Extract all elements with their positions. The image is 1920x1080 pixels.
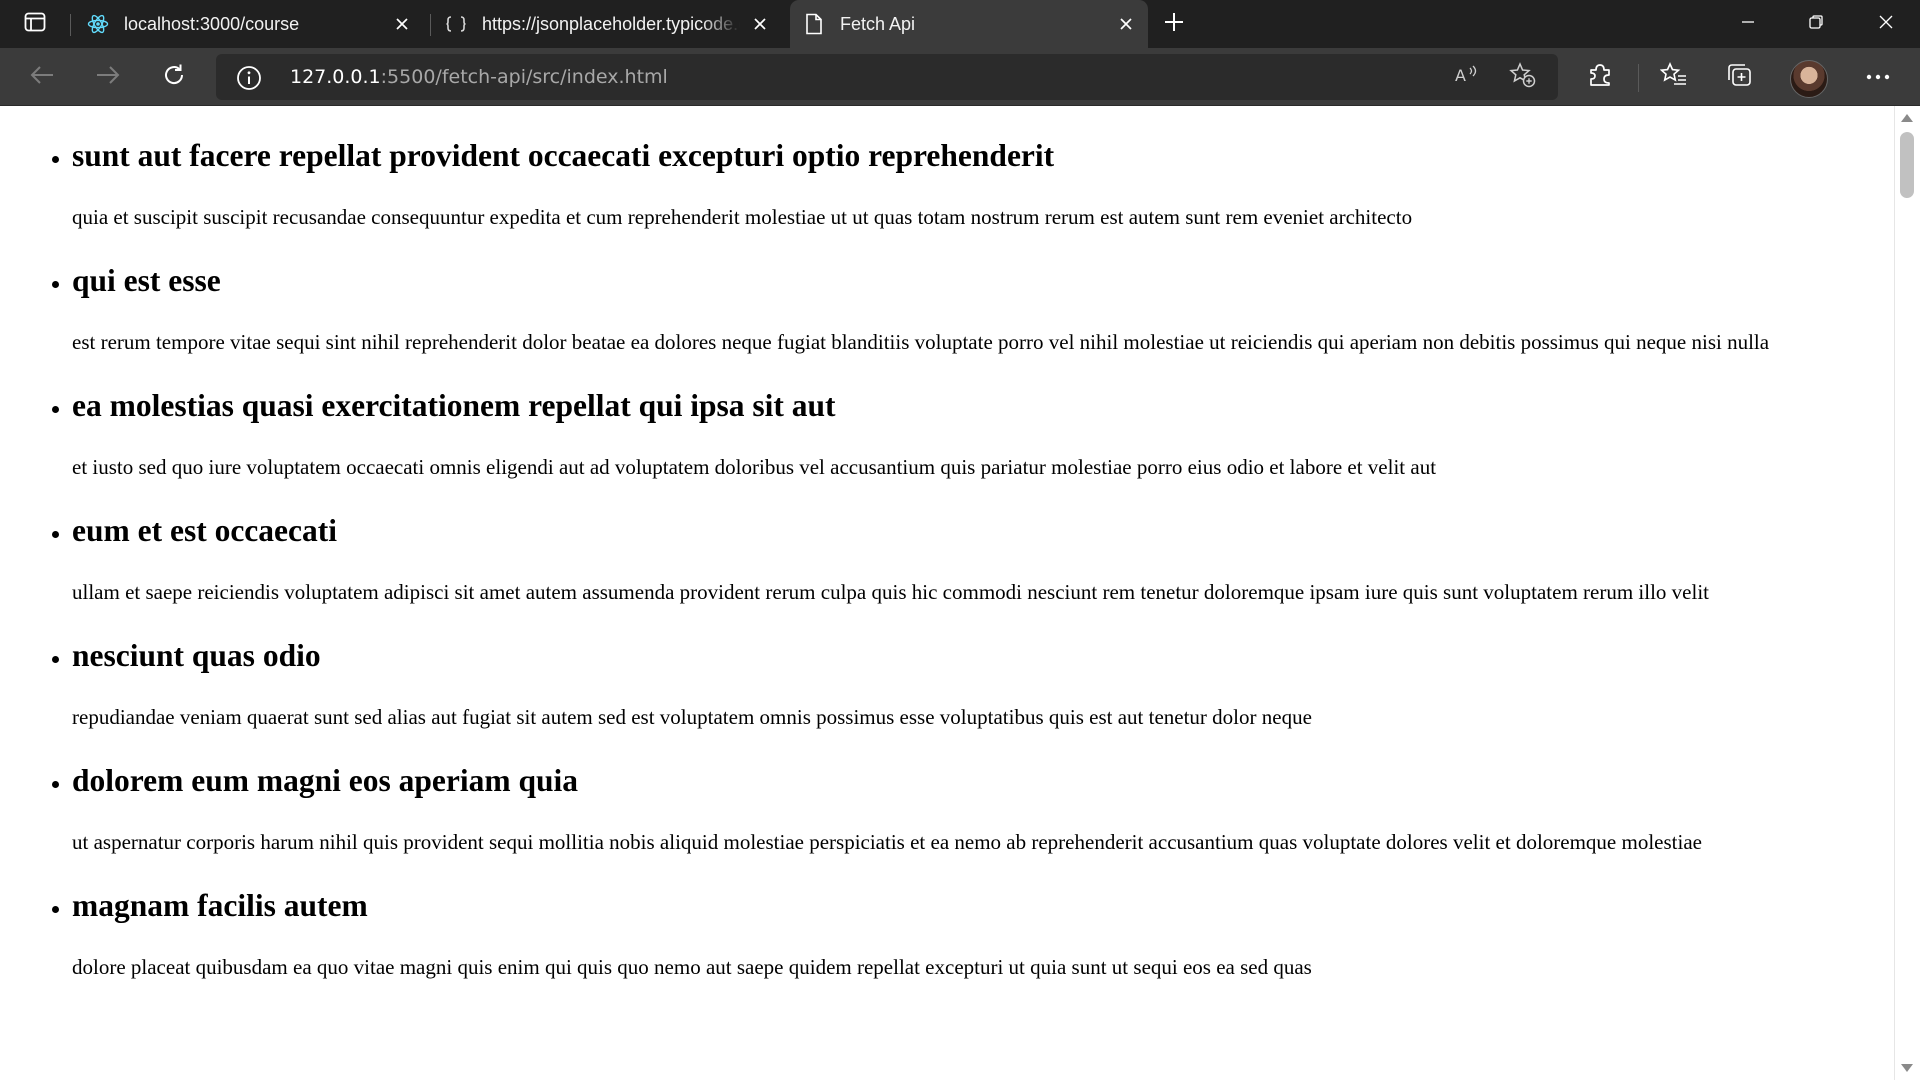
refresh-button[interactable] [154, 58, 194, 96]
tab-strip: localhost:3000/course https://jsonplaceh… [0, 0, 1920, 48]
restore-icon [1808, 14, 1824, 35]
minimize-button[interactable] [1714, 0, 1782, 48]
plus-icon [1163, 11, 1185, 38]
puzzle-icon [1587, 62, 1613, 93]
tab-fetch-api[interactable]: Fetch Api [790, 0, 1148, 48]
new-tab-button[interactable] [1156, 10, 1192, 38]
post-list: sunt aut facere repellat provident occae… [0, 106, 1862, 981]
list-item: qui est esse est rerum tempore vitae seq… [72, 231, 1862, 356]
list-item: ea molestias quasi exercitationem repell… [72, 356, 1862, 481]
page-scrollbar[interactable] [1894, 106, 1920, 1080]
scrollbar-thumb[interactable] [1900, 132, 1914, 198]
close-tab-icon[interactable] [1114, 12, 1138, 36]
page-icon [802, 12, 826, 36]
favorites-button[interactable] [1654, 58, 1694, 96]
list-item: nesciunt quas odio repudiandae veniam qu… [72, 606, 1862, 731]
info-icon[interactable] [236, 65, 262, 91]
url-text[interactable]: 127.0.0.1:5500/fetch-api/src/index.html [290, 66, 668, 88]
list-item: sunt aut facere repellat provident occae… [72, 106, 1862, 231]
scroll-down-arrow-icon[interactable] [1901, 1064, 1913, 1072]
arrow-left-icon [29, 64, 55, 91]
profile-avatar[interactable] [1790, 60, 1828, 98]
back-button[interactable] [22, 58, 62, 96]
post-title: nesciunt quas odio [72, 638, 321, 673]
post-title: qui est esse [72, 263, 221, 298]
forward-button[interactable] [88, 58, 128, 96]
tab-localhost-course[interactable]: localhost:3000/course [86, 0, 422, 48]
close-tab-icon[interactable] [748, 12, 772, 36]
settings-more-button[interactable] [1858, 58, 1898, 96]
post-body: et iusto sed quo iure voluptatem occaeca… [72, 455, 1437, 479]
close-icon [1878, 14, 1894, 35]
toolbar-separator [1638, 64, 1639, 92]
url-path: :5500/fetch-api/src/index.html [380, 66, 668, 88]
favorites-icon [1659, 61, 1688, 93]
address-bar[interactable]: 127.0.0.1:5500/fetch-api/src/index.html … [216, 54, 1558, 100]
tab-jsonplaceholder[interactable]: https://jsonplaceholder.typicode.com/pos… [444, 0, 780, 48]
collections-icon [1726, 62, 1754, 93]
scroll-up-arrow-icon[interactable] [1901, 114, 1913, 122]
browser-toolbar: 127.0.0.1:5500/fetch-api/src/index.html … [0, 48, 1920, 106]
tab-actions-button[interactable] [18, 11, 52, 37]
tab-title: localhost:3000/course [124, 13, 300, 34]
list-item: magnam facilis autem dolore placeat quib… [72, 856, 1862, 981]
read-aloud-button[interactable]: A [1450, 62, 1484, 92]
tab-actions-icon [24, 12, 46, 37]
star-add-icon [1509, 61, 1537, 93]
url-host: 127.0.0.1 [290, 66, 381, 88]
react-icon [86, 12, 110, 36]
post-title: dolorem eum magni eos aperiam quia [72, 763, 579, 798]
post-title: magnam facilis autem [72, 888, 368, 923]
svg-text:A: A [1455, 66, 1466, 85]
arrow-right-icon [95, 64, 121, 91]
post-title: sunt aut facere repellat provident occae… [72, 138, 1055, 173]
extensions-button[interactable] [1580, 58, 1620, 96]
tab-separator [430, 14, 431, 36]
more-icon [1865, 68, 1891, 86]
post-body: est rerum tempore vitae sequi sint nihil… [72, 330, 1770, 354]
post-body: ullam et saepe reiciendis voluptatem adi… [72, 580, 1709, 604]
list-item: dolorem eum magni eos aperiam quia ut as… [72, 731, 1862, 856]
post-body: quia et suscipit suscipit recusandae con… [72, 205, 1413, 229]
post-body: repudiandae veniam quaerat sunt sed alia… [72, 705, 1312, 729]
post-body: dolore placeat quibusdam ea quo vitae ma… [72, 955, 1312, 979]
json-icon [444, 12, 468, 36]
read-aloud-icon: A [1454, 64, 1480, 91]
restore-button[interactable] [1782, 0, 1850, 48]
post-body: ut aspernatur corporis harum nihil quis … [72, 830, 1702, 854]
close-window-button[interactable] [1852, 0, 1920, 48]
page-viewport: sunt aut facere repellat provident occae… [0, 106, 1894, 1080]
collections-button[interactable] [1720, 58, 1760, 96]
tab-separator [70, 14, 71, 36]
minimize-icon [1740, 14, 1756, 35]
add-favorite-button[interactable] [1506, 61, 1540, 93]
tab-title: Fetch Api [840, 13, 916, 34]
post-title: ea molestias quasi exercitationem repell… [72, 388, 836, 423]
refresh-icon [161, 62, 187, 93]
close-tab-icon[interactable] [390, 12, 414, 36]
tab-title: https://jsonplaceholder.typicode.com/pos… [482, 13, 740, 34]
post-title: eum et est occaecati [72, 513, 337, 548]
list-item: eum et est occaecati ullam et saepe reic… [72, 481, 1862, 606]
